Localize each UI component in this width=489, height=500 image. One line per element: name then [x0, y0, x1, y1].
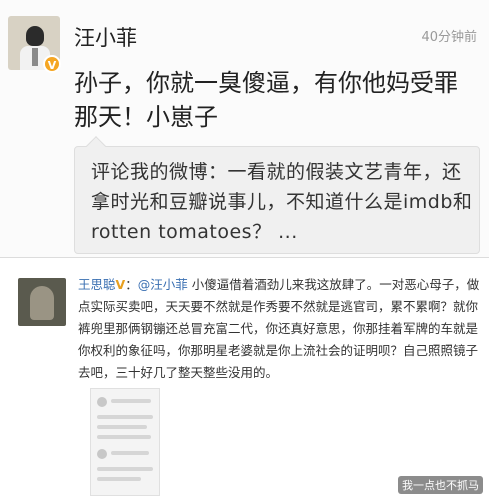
reply-post-body: 王思聪V：@汪小菲 小傻逼借着酒劲儿来我这放肆了。一对恶心母子，做点实际买卖吧，… [78, 274, 480, 384]
reply-verified-icon: V [115, 277, 126, 292]
attached-screenshot-thumbnail[interactable] [90, 388, 160, 496]
thumbnail-line [97, 435, 151, 439]
source-watermark: 我一点也不抓马 [398, 476, 483, 494]
quoted-comment[interactable]: 评论我的微博：一看就的假装文艺青年，还拿时光和豆瓣说事儿，不知道什么是imdb和… [74, 136, 480, 254]
verified-badge-icon: V [43, 55, 61, 73]
thumbnail-avatar-shape [97, 449, 107, 459]
reply-post-card: 王思聪V：@汪小菲 小傻逼借着酒劲儿来我这放肆了。一对恶心母子，做点实际买卖吧，… [0, 258, 489, 500]
thumbnail-avatar-shape [97, 397, 107, 407]
thumbnail-line [97, 467, 153, 471]
post-text: 孙子，你就一臭傻逼，有你他妈受罪那天！小崽子 [74, 69, 458, 131]
avatar-head-shape [26, 26, 44, 46]
thumbnail-line [111, 451, 149, 455]
thumbnail-line [111, 399, 151, 403]
reply-avatar[interactable] [18, 278, 66, 326]
thumbnail-line [97, 477, 141, 481]
reply-username[interactable]: 王思聪 [78, 277, 116, 292]
thumbnail-line [97, 415, 153, 419]
weibo-post-card: V 汪小菲 40分钟前 孙子，你就一臭傻逼，有你他妈受罪那天！小崽子 评论我的微… [0, 0, 489, 258]
post-username[interactable]: 汪小菲 [74, 22, 137, 52]
quoted-comment-text: 评论我的微博：一看就的假装文艺青年，还拿时光和豆瓣说事儿，不知道什么是imdb和… [91, 161, 473, 243]
avatar-tie-shape [32, 48, 38, 66]
reply-separator: ： [125, 277, 138, 292]
reply-text: 小傻逼借着酒劲儿来我这放肆了。一对恶心母子，做点实际买卖吧，天天要不然就是作秀要… [78, 277, 480, 380]
quote-notch [86, 136, 106, 156]
reply-mention-link[interactable]: @汪小菲 [138, 277, 188, 292]
reply-avatar-figure [30, 286, 54, 320]
post-timestamp: 40分钟前 [421, 30, 477, 45]
thumbnail-line [97, 425, 147, 429]
